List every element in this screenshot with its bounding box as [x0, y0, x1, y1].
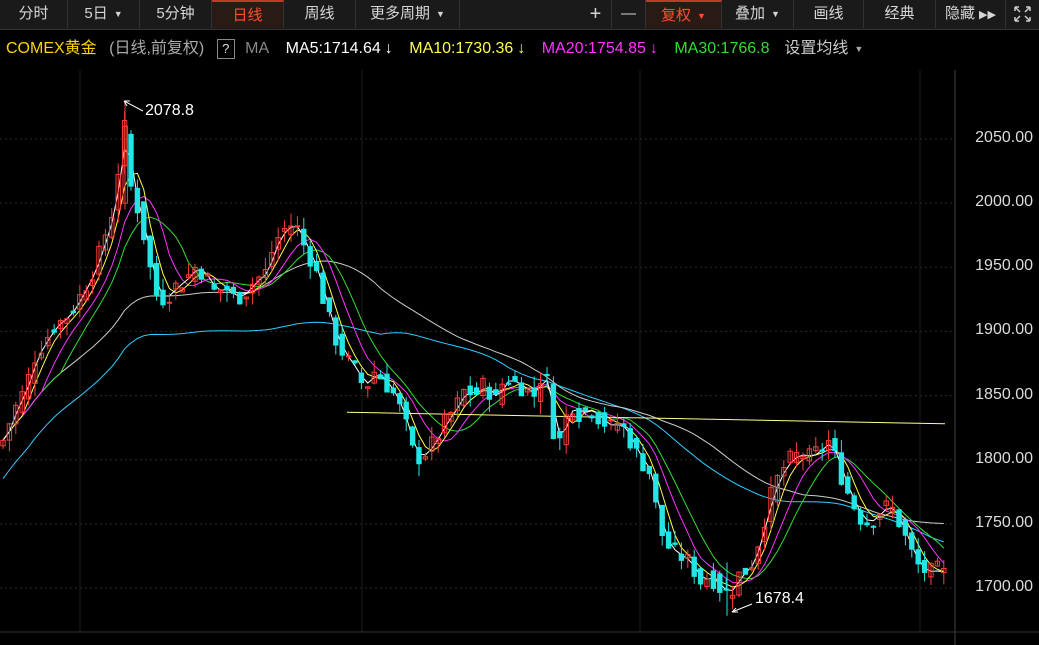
candle-down	[141, 201, 147, 241]
candle-down	[320, 272, 326, 304]
candle-down	[384, 373, 390, 393]
candle-down	[230, 286, 237, 294]
low-arrow	[731, 603, 753, 613]
ma-long-line	[2, 321, 944, 543]
candle-down	[576, 407, 582, 422]
price-tick-label: 2000.00	[975, 193, 1033, 211]
candle-down	[403, 401, 409, 420]
candle-down	[358, 372, 365, 384]
candle-up	[345, 355, 352, 358]
candle-down	[211, 283, 217, 290]
candle-down	[742, 567, 749, 575]
candle-down	[902, 519, 909, 536]
candle-down	[601, 412, 608, 427]
candle-down	[672, 542, 678, 545]
candle-down	[857, 510, 864, 525]
candle-down	[838, 452, 845, 485]
candle-down	[390, 387, 397, 394]
candle-down	[51, 329, 57, 333]
candle-down	[397, 393, 403, 405]
high-price-label: 2078.8	[145, 102, 194, 119]
candle-down	[697, 568, 704, 585]
price-tick-label: 1900.00	[975, 321, 1033, 339]
candle-down	[896, 509, 902, 527]
candle-down	[153, 263, 160, 296]
candle-down	[147, 235, 153, 268]
candle-down	[864, 522, 870, 526]
candle-down	[627, 428, 633, 449]
candle-down	[531, 388, 537, 397]
price-tick-label: 2050.00	[975, 129, 1033, 146]
price-tick-label: 1800.00	[975, 449, 1033, 467]
price-tick-label: 1850.00	[975, 385, 1033, 403]
candle-down	[333, 317, 339, 346]
candle-down	[582, 407, 589, 412]
candle-down	[589, 415, 595, 419]
candle-down	[409, 426, 416, 446]
candle-down	[710, 570, 717, 589]
candle-down	[486, 386, 493, 400]
candle-up	[294, 225, 301, 228]
candle-down	[653, 473, 659, 503]
candle-down	[909, 532, 915, 550]
candle-down	[550, 383, 557, 440]
candle-down	[646, 465, 653, 475]
candle-down	[640, 453, 646, 472]
candle-down	[832, 438, 838, 451]
candle-down	[237, 291, 243, 305]
candle-down	[557, 431, 563, 439]
candle-down	[352, 360, 358, 364]
candle-down	[659, 504, 665, 537]
price-tick-label: 1950.00	[975, 257, 1033, 275]
candle-down	[851, 495, 857, 510]
candle-down	[160, 289, 166, 306]
candle-down	[819, 449, 825, 452]
candle-down	[665, 531, 672, 549]
ma20-line	[2, 196, 945, 584]
candle-down	[307, 246, 313, 267]
candle-down	[633, 437, 640, 449]
candle-up	[608, 419, 614, 422]
price-tick-label: 1700.00	[975, 578, 1033, 595]
candle-down	[473, 387, 480, 395]
candle-down	[416, 447, 422, 465]
candle-down	[915, 549, 921, 565]
low-price-label: 1678.4	[755, 590, 804, 607]
candle-down	[678, 553, 685, 561]
candle-down	[128, 133, 134, 187]
candle-down	[621, 423, 627, 427]
candle-down	[717, 573, 723, 593]
candle-down	[339, 333, 345, 356]
candle-down	[224, 285, 230, 291]
candle-down	[493, 389, 499, 395]
candle-down	[505, 382, 512, 385]
candle-down	[870, 525, 877, 528]
price-tick-label: 1750.00	[975, 513, 1033, 531]
candle-down	[377, 374, 384, 380]
candle-down	[595, 411, 601, 425]
candle-down	[845, 476, 851, 494]
candle-down	[467, 385, 473, 396]
candle-down	[921, 559, 928, 573]
candle-down	[326, 297, 333, 313]
candle-down	[544, 373, 550, 377]
candle-down	[301, 228, 307, 246]
candle-down	[198, 268, 205, 280]
candle-down	[723, 588, 729, 591]
candle-down	[313, 261, 320, 272]
candle-down	[518, 382, 525, 397]
candle-up	[166, 301, 173, 304]
candle-down	[134, 187, 141, 214]
candle-down	[512, 376, 518, 382]
candle-down	[70, 310, 77, 314]
candle-down	[691, 556, 697, 577]
kline-chart[interactable]	[0, 0, 1039, 645]
